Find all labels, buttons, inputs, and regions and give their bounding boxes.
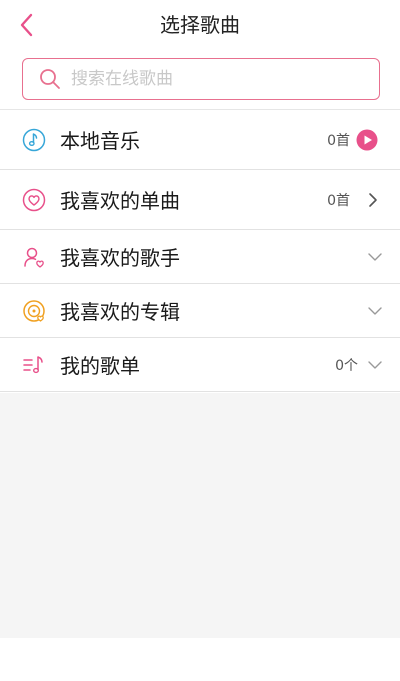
heart-icon xyxy=(22,188,46,212)
liked-songs-label: 我喜欢的单曲 xyxy=(60,189,180,213)
page-title: 选择歌曲 xyxy=(160,13,240,37)
liked-albums-item[interactable]: 我喜欢的专辑 xyxy=(0,284,400,338)
my-playlists-count: 0个 xyxy=(335,357,358,374)
chevron-right-icon xyxy=(366,191,380,209)
header: 选择歌曲 xyxy=(0,0,400,50)
page: 选择歌曲 本地音乐 0首 xyxy=(0,0,400,681)
search-box[interactable] xyxy=(22,58,380,100)
liked-songs-count: 0首 xyxy=(327,192,350,209)
liked-artists-label: 我喜欢的歌手 xyxy=(60,246,180,270)
music-note-icon xyxy=(22,128,46,152)
album-heart-icon xyxy=(22,299,46,323)
artist-heart-icon xyxy=(22,245,46,269)
liked-albums-label: 我喜欢的专辑 xyxy=(60,300,180,324)
search-input[interactable] xyxy=(71,64,351,94)
local-music-count: 0首 xyxy=(327,132,350,149)
liked-songs-item[interactable]: 我喜欢的单曲 0首 xyxy=(0,170,400,230)
liked-artists-item[interactable]: 我喜欢的歌手 xyxy=(0,230,400,284)
playlist-icon xyxy=(22,353,46,377)
my-playlists-label: 我的歌单 xyxy=(60,354,140,378)
chevron-down-icon xyxy=(366,250,384,264)
search-icon xyxy=(39,68,61,90)
chevron-down-icon xyxy=(366,304,384,318)
music-category-list: 本地音乐 0首 我喜欢的单曲 0首 我喜欢的歌手 我喜欢的专辑 我的歌单 0个 xyxy=(0,110,400,392)
play-icon[interactable] xyxy=(356,129,378,151)
empty-content-area xyxy=(0,393,400,638)
chevron-down-icon xyxy=(366,358,384,372)
local-music-label: 本地音乐 xyxy=(60,129,140,153)
my-playlists-item[interactable]: 我的歌单 0个 xyxy=(0,338,400,392)
local-music-item[interactable]: 本地音乐 0首 xyxy=(0,110,400,170)
